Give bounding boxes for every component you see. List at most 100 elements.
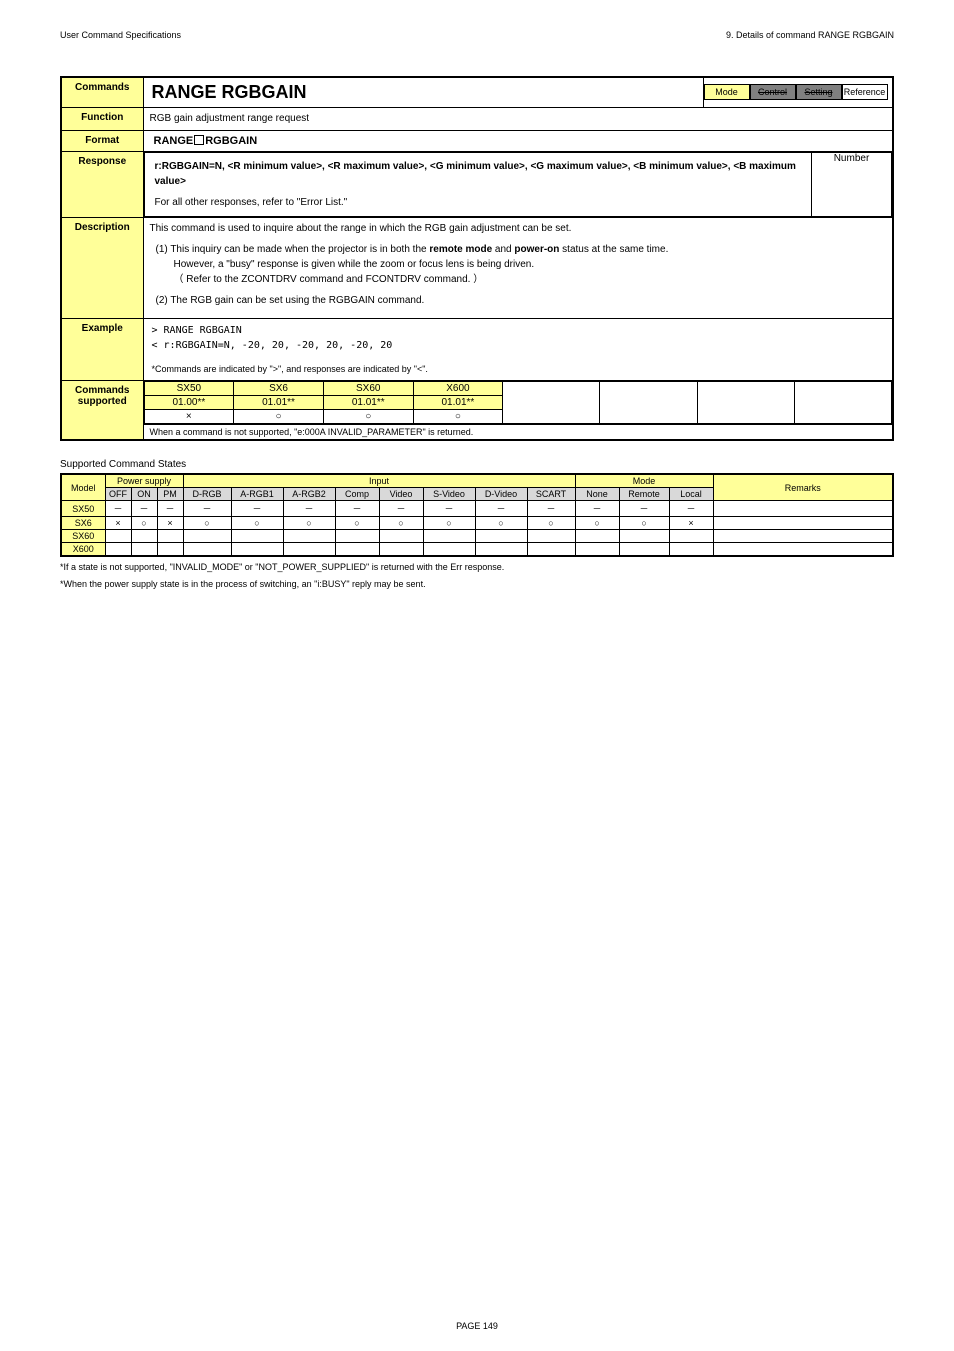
th-input: Input — [183, 474, 575, 488]
example-line-1: > RANGE RGBGAIN — [152, 323, 885, 338]
header-left: User Command Specifications — [60, 30, 181, 40]
state-cell — [575, 530, 619, 543]
state-cell: ○ — [283, 517, 335, 530]
response-line-2: For all other responses, refer to "Error… — [155, 195, 802, 210]
state-cell — [157, 530, 183, 543]
state-cell: － — [283, 501, 335, 517]
state-cell: － — [423, 501, 475, 517]
command-spec-table: Commands RANGE RGBGAIN Mode Control Sett… — [60, 76, 894, 441]
state-cell — [423, 530, 475, 543]
vval-2: 01.01** — [323, 396, 413, 410]
vmark-3: ○ — [413, 410, 503, 424]
format-suffix: RGBGAIN — [205, 135, 257, 147]
states-title: Supported Command States — [60, 459, 894, 470]
vval-3: 01.01** — [413, 396, 503, 410]
table-row: X600 — [61, 543, 893, 557]
example-note: *Commands are indicated by ">", and resp… — [152, 363, 885, 377]
state-cell: － — [231, 501, 283, 517]
example-line-2: < r:RGBGAIN=N, -20, 20, -20, 20, -20, 20 — [152, 338, 885, 353]
page-number: PAGE 149 — [0, 1321, 954, 1331]
state-cell — [183, 530, 231, 543]
desc-1-d: （ Refer to the ZCONTDRV command and FCON… — [156, 272, 881, 287]
state-cell — [283, 530, 335, 543]
vmodel-3: X600 — [413, 382, 503, 396]
state-cell: ○ — [423, 517, 475, 530]
desc-1-b: status at the same time. — [559, 244, 668, 255]
badge-mode: Mode — [704, 84, 750, 100]
state-cell — [527, 543, 575, 557]
footnote-1: *If a state is not supported, "INVALID_M… — [60, 560, 894, 574]
format-prefix: RANGE — [154, 135, 194, 147]
label-commands: Commands — [61, 77, 143, 107]
desc-1-and: and — [492, 244, 514, 255]
label-example: Example — [61, 318, 143, 381]
th-none: None — [575, 488, 619, 501]
th-dvideo: D-Video — [475, 488, 527, 501]
th-local: Local — [669, 488, 713, 501]
vmodel-0: SX50 — [144, 382, 234, 396]
state-cell — [157, 543, 183, 557]
state-cell: － — [335, 501, 379, 517]
state-cell — [283, 543, 335, 557]
th-remote: Remote — [619, 488, 669, 501]
badge-setting: Setting — [796, 84, 842, 100]
state-cell — [335, 530, 379, 543]
state-cell: － — [575, 501, 619, 517]
state-cell — [669, 543, 713, 557]
state-cell: ○ — [527, 517, 575, 530]
vmark-2: ○ — [323, 410, 413, 424]
desc-1-a: (1) This inquiry can be made when the pr… — [156, 244, 430, 255]
command-title-text: RANGE RGBGAIN — [152, 82, 307, 102]
state-cell — [713, 517, 893, 530]
desc-1-power: power-on — [514, 244, 559, 255]
th-svideo: S-Video — [423, 488, 475, 501]
model-cell: SX50 — [61, 501, 105, 517]
state-cell — [183, 543, 231, 557]
state-cell — [713, 530, 893, 543]
th-pm: PM — [157, 488, 183, 501]
state-cell: － — [157, 501, 183, 517]
state-cell: × — [669, 517, 713, 530]
checkbox-icon — [194, 135, 204, 145]
badge-row: Mode Control Setting Reference — [704, 84, 893, 100]
state-cell — [379, 530, 423, 543]
state-cell: － — [105, 501, 131, 517]
state-cell — [379, 543, 423, 557]
desc-intro: This command is used to inquire about th… — [150, 222, 887, 236]
header-right: 9. Details of command RANGE RGBGAIN — [726, 30, 894, 40]
page-header: User Command Specifications 9. Details o… — [60, 30, 894, 40]
state-cell — [575, 543, 619, 557]
desc-item-1: (1) This inquiry can be made when the pr… — [156, 242, 881, 287]
model-cell: SX60 — [61, 530, 105, 543]
state-cell: ○ — [335, 517, 379, 530]
state-cell: ○ — [131, 517, 157, 530]
state-cell: ○ — [379, 517, 423, 530]
cs-1: Commands — [75, 385, 129, 396]
state-cell: ○ — [619, 517, 669, 530]
th-scart: SCART — [527, 488, 575, 501]
state-cell — [131, 543, 157, 557]
th-model: Model — [61, 474, 105, 501]
table-row: SX6×○×○○○○○○○○○○× — [61, 517, 893, 530]
label-description: Description — [61, 217, 143, 318]
th-comp: Comp — [335, 488, 379, 501]
desc-1-remote: remote mode — [429, 244, 492, 255]
label-response: Response — [61, 151, 143, 217]
state-cell: ○ — [575, 517, 619, 530]
vmodel-2: SX60 — [323, 382, 413, 396]
state-cell — [669, 530, 713, 543]
versions-note: When a command is not supported, "e:000A… — [143, 425, 893, 441]
model-cell: SX6 — [61, 517, 105, 530]
state-cell — [713, 501, 893, 517]
response-inner: r:RGBGAIN=N, <R minimum value>, <R maxim… — [144, 152, 893, 217]
footnote-2: *When the power supply state is in the p… — [60, 577, 894, 591]
th-video: Video — [379, 488, 423, 501]
desc-1-c: However, a "busy" response is given whil… — [156, 257, 881, 272]
desc-item-2: (2) The RGB gain can be set using the RG… — [156, 293, 881, 308]
state-cell — [527, 530, 575, 543]
format-text: RANGE RGBGAIN — [143, 130, 893, 151]
state-cell — [105, 530, 131, 543]
state-cell: ○ — [475, 517, 527, 530]
label-format: Format — [61, 130, 143, 151]
response-type: Number — [812, 152, 892, 216]
